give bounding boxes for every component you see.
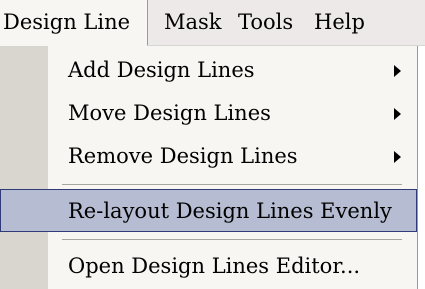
menu-item-label: Add Design Lines [68,58,255,82]
menu-item-add-design-lines[interactable]: Add Design Lines [0,48,417,92]
submenu-arrow-icon [394,151,401,163]
menu-item-move-design-lines[interactable]: Move Design Lines [0,91,417,135]
submenu-arrow-icon [394,65,401,77]
menu-mask[interactable]: Mask [164,0,222,46]
submenu-arrow-icon [394,108,401,120]
menu-separator [62,184,402,185]
menu-item-label: Re-layout Design Lines Evenly [68,199,392,223]
menu-item-label: Open Design Lines Editor... [68,254,361,278]
menu-item-re-layout-design-lines-evenly[interactable]: Re-layout Design Lines Evenly [0,189,417,232]
menu-bar: Design Line Mask Tools Help [0,0,425,46]
menu-tools[interactable]: Tools [238,0,293,46]
menu-item-label: Remove Design Lines [68,144,298,168]
menu-item-open-design-lines-editor[interactable]: Open Design Lines Editor... [0,244,417,288]
menu-separator [62,239,402,240]
design-line-dropdown: Add Design Lines Move Design Lines Remov… [0,46,418,289]
menu-item-remove-design-lines[interactable]: Remove Design Lines [0,134,417,178]
menu-design-line[interactable]: Design Line [0,0,148,46]
menu-help[interactable]: Help [314,0,365,46]
menu-item-label: Move Design Lines [68,101,271,125]
